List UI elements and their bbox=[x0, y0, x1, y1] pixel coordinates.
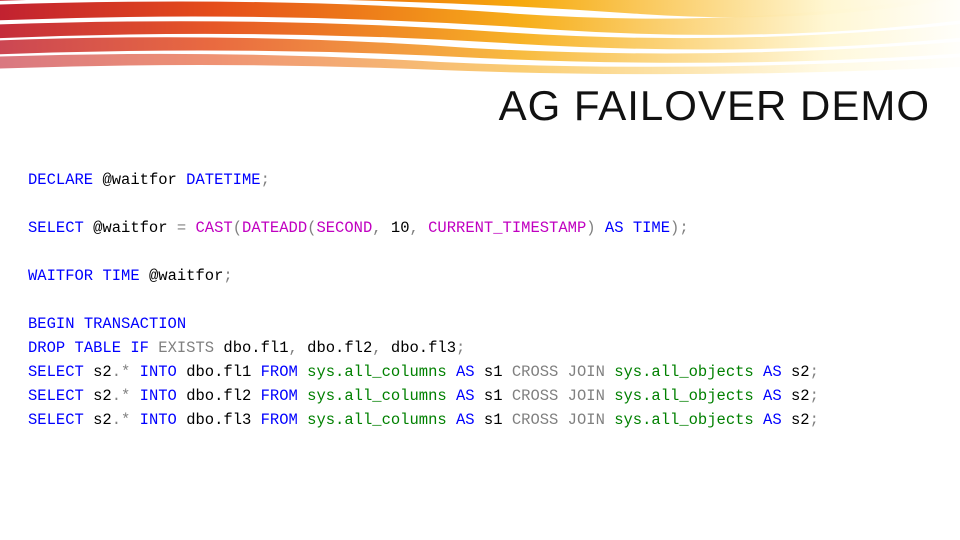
semi: ; bbox=[456, 339, 465, 357]
kw-declare: DECLARE bbox=[28, 171, 93, 189]
kw-join: JOIN bbox=[568, 387, 605, 405]
kw-select: SELECT bbox=[28, 411, 84, 429]
kw-time: TIME bbox=[102, 267, 139, 285]
fn-dateadd: DATEADD bbox=[242, 219, 307, 237]
dotstar: .* bbox=[112, 411, 131, 429]
alias: s2 bbox=[791, 363, 810, 381]
kw-into: INTO bbox=[140, 411, 177, 429]
kw-as: AS bbox=[763, 411, 782, 429]
kw-if: IF bbox=[130, 339, 149, 357]
kw-exists: EXISTS bbox=[158, 339, 214, 357]
kw-begin: BEGIN bbox=[28, 315, 75, 333]
rp: ) bbox=[670, 219, 679, 237]
alias: s1 bbox=[484, 363, 503, 381]
page-title: AG FAILOVER DEMO bbox=[499, 82, 930, 130]
num: 10 bbox=[391, 219, 410, 237]
kw-join: JOIN bbox=[568, 363, 605, 381]
tbl: dbo.fl3 bbox=[391, 339, 456, 357]
alias: s2 bbox=[93, 387, 112, 405]
sys-all-columns: sys.all_columns bbox=[307, 363, 447, 381]
kw-tran: TRANSACTION bbox=[84, 315, 186, 333]
op-eq: = bbox=[177, 219, 186, 237]
kw-into: INTO bbox=[140, 363, 177, 381]
semi: ; bbox=[679, 219, 688, 237]
dotstar: .* bbox=[112, 387, 131, 405]
semi: ; bbox=[810, 363, 819, 381]
kw-from: FROM bbox=[261, 387, 298, 405]
semi: ; bbox=[223, 267, 232, 285]
slide: AG FAILOVER DEMO DECLARE @waitfor DATETI… bbox=[0, 0, 960, 540]
kw-cross: CROSS bbox=[512, 411, 559, 429]
var: @waitfor bbox=[149, 267, 223, 285]
sys-all-objects: sys.all_objects bbox=[614, 387, 754, 405]
kw-table: TABLE bbox=[75, 339, 122, 357]
kw-time: TIME bbox=[633, 219, 670, 237]
alias: s2 bbox=[93, 363, 112, 381]
sql-code-block: DECLARE @waitfor DATETIME; SELECT @waitf… bbox=[28, 168, 819, 432]
dotstar: .* bbox=[112, 363, 131, 381]
alias: s2 bbox=[791, 411, 810, 429]
fn-current-ts: CURRENT_TIMESTAMP bbox=[428, 219, 586, 237]
var-waitfor: @waitfor bbox=[102, 171, 176, 189]
var: @waitfor bbox=[93, 219, 167, 237]
kw-drop: DROP bbox=[28, 339, 65, 357]
semi: ; bbox=[810, 387, 819, 405]
fn-second: SECOND bbox=[316, 219, 372, 237]
kw-cross: CROSS bbox=[512, 387, 559, 405]
lp: ( bbox=[233, 219, 242, 237]
sys-all-columns: sys.all_columns bbox=[307, 411, 447, 429]
kw-as: AS bbox=[456, 363, 475, 381]
kw-from: FROM bbox=[261, 363, 298, 381]
tbl: dbo.fl3 bbox=[186, 411, 251, 429]
comma: , bbox=[289, 339, 298, 357]
tbl: dbo.fl1 bbox=[223, 339, 288, 357]
kw-select: SELECT bbox=[28, 219, 84, 237]
kw-select: SELECT bbox=[28, 363, 84, 381]
brush-svg bbox=[0, 0, 960, 86]
comma: , bbox=[372, 219, 381, 237]
kw-cross: CROSS bbox=[512, 363, 559, 381]
kw-datetime: DATETIME bbox=[186, 171, 260, 189]
kw-as: AS bbox=[456, 387, 475, 405]
tbl: dbo.fl1 bbox=[186, 363, 251, 381]
alias: s2 bbox=[791, 387, 810, 405]
kw-as: AS bbox=[456, 411, 475, 429]
sys-all-objects: sys.all_objects bbox=[614, 411, 754, 429]
fn-cast: CAST bbox=[195, 219, 232, 237]
sys-all-objects: sys.all_objects bbox=[614, 363, 754, 381]
kw-as: AS bbox=[605, 219, 624, 237]
kw-waitfor: WAITFOR bbox=[28, 267, 93, 285]
comma: , bbox=[372, 339, 381, 357]
sys-all-columns: sys.all_columns bbox=[307, 387, 447, 405]
semi: ; bbox=[261, 171, 270, 189]
comma: , bbox=[410, 219, 419, 237]
kw-into: INTO bbox=[140, 387, 177, 405]
alias: s1 bbox=[484, 411, 503, 429]
semi: ; bbox=[810, 411, 819, 429]
kw-select: SELECT bbox=[28, 387, 84, 405]
alias: s1 bbox=[484, 387, 503, 405]
kw-from: FROM bbox=[261, 411, 298, 429]
tbl: dbo.fl2 bbox=[307, 339, 372, 357]
alias: s2 bbox=[93, 411, 112, 429]
tbl: dbo.fl2 bbox=[186, 387, 251, 405]
kw-join: JOIN bbox=[568, 411, 605, 429]
kw-as: AS bbox=[763, 363, 782, 381]
kw-as: AS bbox=[763, 387, 782, 405]
decorative-brush bbox=[0, 0, 960, 86]
rp: ) bbox=[586, 219, 595, 237]
